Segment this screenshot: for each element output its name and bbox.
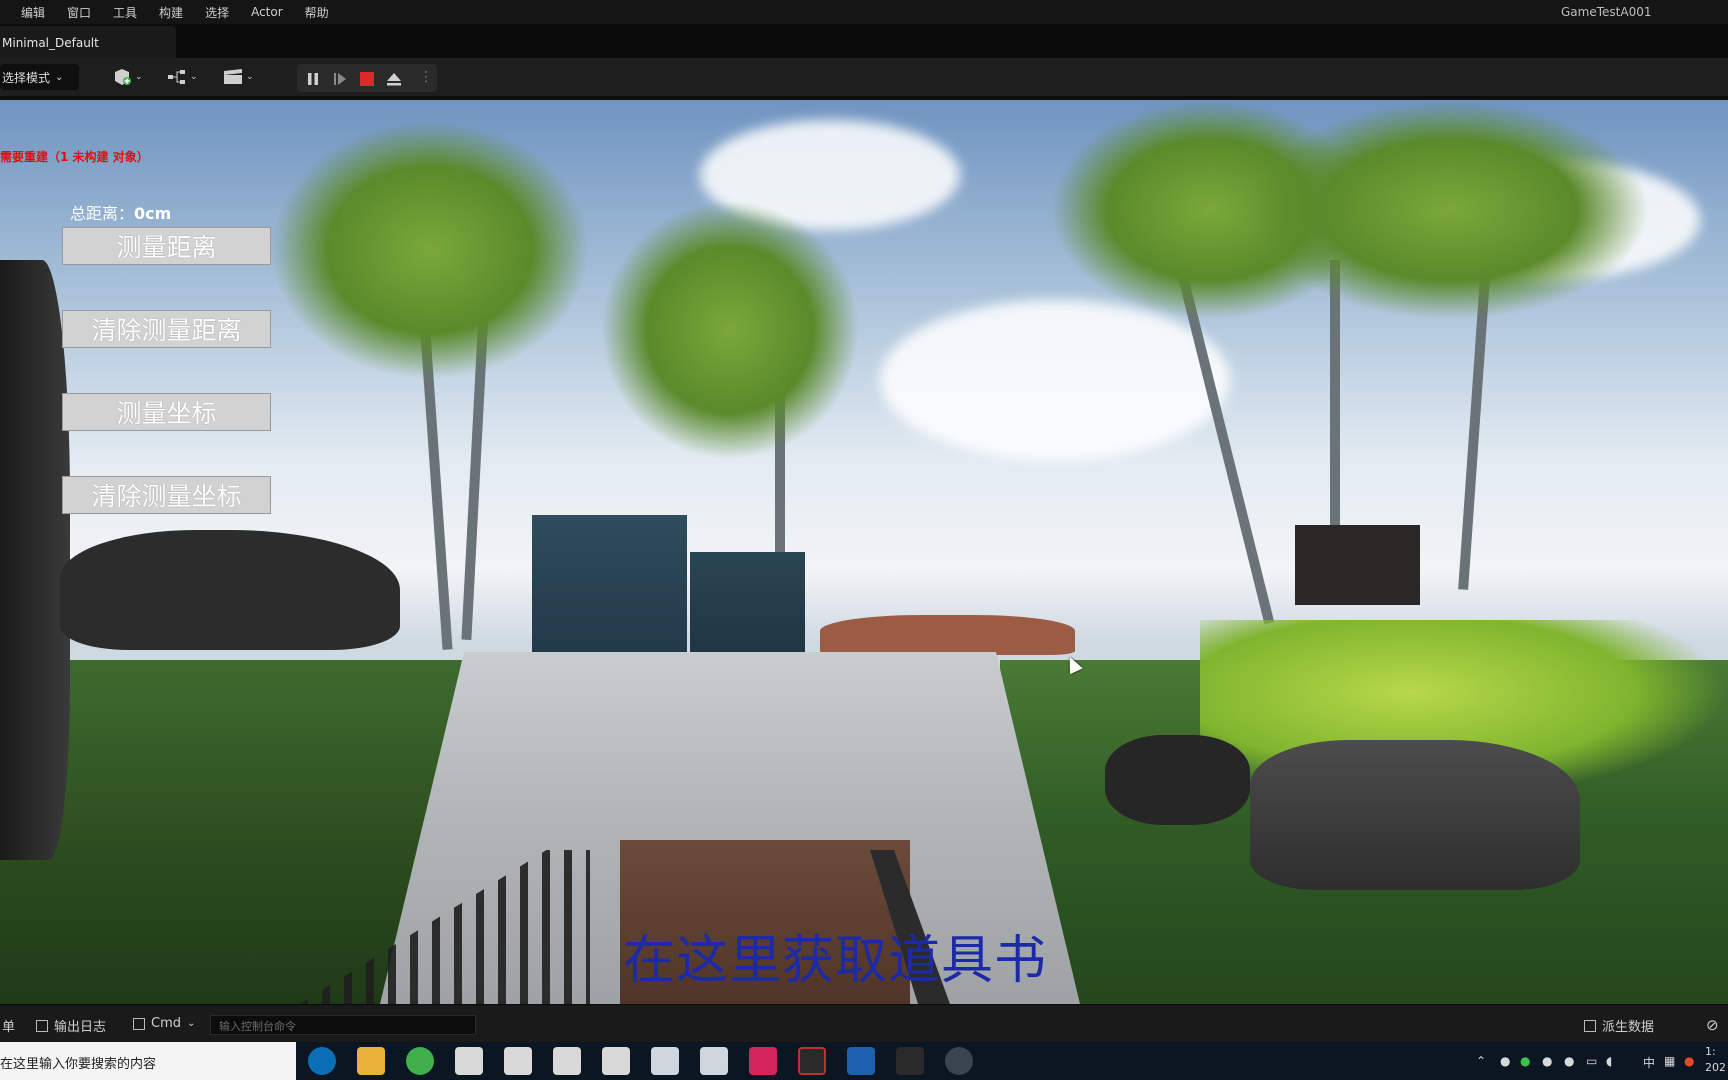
clock-time: 1:	[1705, 1045, 1716, 1058]
measure-distance-button[interactable]: 测量距离	[62, 227, 271, 265]
clear-distance-button[interactable]: 清除测量距离	[62, 310, 271, 348]
blueprint-icon	[168, 70, 185, 84]
browser-icon[interactable]	[406, 1047, 434, 1075]
windows-taskbar: 在这里输入你要搜索的内容 ⌃ ● ● ● ● ▭ ◖ 中 ▦ ● 1: 202	[0, 1042, 1728, 1080]
menu-window[interactable]: 窗口	[56, 4, 102, 21]
content-drawer-button[interactable]: 单	[2, 1016, 15, 1035]
pause-icon[interactable]	[305, 71, 321, 87]
palm-fronds	[270, 120, 590, 380]
unreal-engine-icon[interactable]	[945, 1047, 973, 1075]
chevron-down-icon: ⌄	[135, 72, 143, 82]
editor-status-bar: 单 输出日志 Cmd ⌄ 输入控制台命令 派生数据 ⊘	[0, 1004, 1728, 1042]
chevron-down-icon: ⌄	[190, 72, 198, 82]
menu-select[interactable]: 选择	[194, 4, 240, 21]
chevron-down-icon: ⌄	[55, 71, 64, 83]
total-distance-label: 总距离：	[70, 204, 135, 223]
rider-icon[interactable]	[847, 1047, 875, 1075]
microphone-icon[interactable]: ●	[1500, 1054, 1510, 1068]
select-mode-dropdown[interactable]: 选择模式 ⌄	[0, 64, 79, 90]
data-icon	[1584, 1019, 1596, 1032]
terminal-icon	[133, 1017, 145, 1030]
edge-icon[interactable]	[308, 1047, 336, 1075]
derived-data-label: 派生数据	[1602, 1020, 1655, 1035]
editor-toolbar: 选择模式 ⌄ ⌄ ⌄ ⌄ ⋮	[0, 58, 1728, 98]
clock-date: 202	[1705, 1061, 1726, 1074]
window-icon[interactable]	[700, 1047, 728, 1075]
java-icon[interactable]	[504, 1047, 532, 1075]
recorder-icon[interactable]	[798, 1047, 826, 1075]
palm-fronds	[600, 200, 860, 460]
rebuild-warning: 需要重建（1 未构建 对象）	[0, 150, 149, 164]
add-actor-icon	[115, 69, 131, 85]
volume-icon[interactable]: ◖	[1606, 1054, 1612, 1068]
palm-fronds	[1250, 100, 1650, 320]
cloud	[880, 300, 1230, 460]
clock[interactable]: 1: 202	[1705, 1044, 1726, 1076]
cinematics-button[interactable]: ⌄	[223, 67, 254, 87]
hint-text: 在这里获取道具书	[623, 931, 1048, 991]
more-options-icon[interactable]: ⋮	[419, 69, 433, 85]
rock	[60, 530, 400, 650]
level-tab-bar: Minimal_Default	[0, 24, 1728, 58]
network-icon[interactable]: ▭	[1586, 1054, 1597, 1068]
window-icon[interactable]	[651, 1047, 679, 1075]
qq-icon[interactable]: ●	[1542, 1054, 1552, 1068]
chevron-down-icon: ⌄	[246, 72, 254, 82]
blueprint-button[interactable]: ⌄	[167, 67, 198, 87]
tray-chevron-icon[interactable]: ⌃	[1476, 1054, 1486, 1068]
step-frame-icon[interactable]	[332, 71, 348, 87]
play-controls: ⋮	[297, 64, 437, 92]
boulder	[1250, 740, 1580, 890]
ime-indicator[interactable]: 中	[1643, 1054, 1655, 1071]
level-tab[interactable]: Minimal_Default	[0, 26, 176, 58]
project-name: GameTestA001	[1561, 5, 1652, 19]
derived-data-button[interactable]: 派生数据	[1584, 1016, 1654, 1035]
menu-edit[interactable]: 编辑	[0, 4, 56, 21]
antivirus-icon[interactable]: ●	[1684, 1054, 1694, 1068]
menu-actor[interactable]: Actor	[240, 5, 294, 19]
output-log-label: 输出日志	[54, 1020, 107, 1035]
epic-games-icon[interactable]	[896, 1047, 924, 1075]
total-distance-value: 0cm	[134, 204, 172, 223]
cliff-rock	[0, 260, 70, 860]
log-icon	[36, 1019, 48, 1032]
select-mode-label: 选择模式	[2, 70, 51, 85]
menu-help[interactable]: 帮助	[294, 4, 340, 21]
measure-coordinate-button[interactable]: 测量坐标	[62, 393, 271, 431]
chevron-down-icon: ⌄	[187, 1018, 196, 1029]
cmd-dropdown[interactable]: Cmd ⌄	[133, 1016, 195, 1031]
stone-pillar	[1295, 525, 1420, 605]
menu-tools[interactable]: 工具	[102, 4, 148, 21]
qq-icon[interactable]: ●	[1564, 1054, 1574, 1068]
menu-build[interactable]: 构建	[148, 4, 194, 21]
cmd-label: Cmd	[151, 1016, 181, 1031]
clapperboard-icon	[224, 69, 242, 84]
boulder	[1105, 735, 1250, 825]
jetbrains-icon[interactable]	[749, 1047, 777, 1075]
stop-icon[interactable]	[359, 71, 375, 87]
stone-block	[690, 552, 805, 655]
add-actor-button[interactable]: ⌄	[112, 67, 143, 87]
java-icon[interactable]	[602, 1047, 630, 1075]
taskbar-search[interactable]: 在这里输入你要搜索的内容	[0, 1042, 296, 1080]
keyboard-icon[interactable]: ▦	[1664, 1054, 1675, 1068]
total-distance: 总距离：0cm	[70, 200, 171, 224]
java-icon[interactable]	[553, 1047, 581, 1075]
wechat-icon[interactable]: ●	[1520, 1054, 1530, 1068]
eject-icon[interactable]	[386, 71, 402, 87]
dirt-mound	[820, 615, 1075, 655]
clear-coordinate-button[interactable]: 清除测量坐标	[62, 476, 271, 514]
menu-bar: 编辑 窗口 工具 构建 选择 Actor 帮助 GameTestA001	[0, 0, 1728, 24]
output-log-button[interactable]: 输出日志	[36, 1016, 106, 1035]
file-explorer-icon[interactable]	[357, 1047, 385, 1075]
source-control-icon[interactable]: ⊘	[1706, 1016, 1719, 1034]
stone-block	[532, 515, 687, 655]
console-input[interactable]: 输入控制台命令	[210, 1015, 476, 1035]
java-icon[interactable]	[455, 1047, 483, 1075]
